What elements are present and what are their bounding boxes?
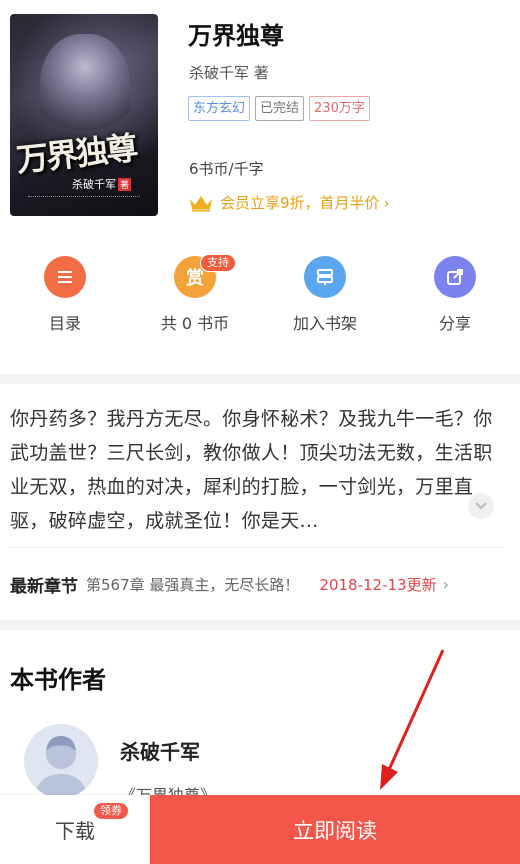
section-divider	[0, 374, 520, 384]
crown-icon	[190, 195, 212, 211]
tag-wordcount: 230万字	[309, 96, 370, 121]
book-author[interactable]: 杀破千军 著	[189, 62, 269, 83]
chevron-right-icon: ›	[383, 193, 390, 212]
book-title: 万界独尊	[188, 22, 284, 50]
list-icon	[44, 256, 86, 298]
read-now-button[interactable]: 立即阅读	[150, 795, 520, 864]
vip-offer-link[interactable]: 会员立享9折，首月半价 ›	[188, 192, 390, 213]
divider-line	[10, 547, 502, 548]
read-now-label: 立即阅读	[293, 818, 377, 843]
tag-status: 已完结	[255, 96, 305, 121]
download-label: 下载	[55, 819, 95, 843]
action-reward[interactable]: 赏 支持 共 0 书币	[130, 254, 260, 346]
chevron-down-icon	[475, 502, 487, 510]
latest-update-date: 2018-12-13更新	[319, 575, 437, 594]
action-add-shelf-label: 加入书架	[292, 314, 357, 333]
latest-chapter-title: 第567章 最强真主，无尽长路！	[86, 575, 300, 594]
user-icon	[34, 736, 88, 798]
cover-author-suffix: 著	[118, 178, 132, 191]
book-cover[interactable]: 万界独尊 杀破千军著	[10, 14, 158, 216]
support-badge: 支持	[200, 254, 236, 272]
book-price: 6书币/千字	[189, 160, 264, 178]
vip-offer-text: 会员立享9折，首月半价	[220, 194, 380, 212]
expand-button[interactable]	[468, 493, 494, 519]
latest-chapter-row[interactable]: 最新章节 第567章 最强真主，无尽长路！ 2018-12-13更新 ›	[10, 568, 510, 600]
action-add-shelf[interactable]: 加入书架	[260, 256, 390, 346]
download-button[interactable]: 下载 领券	[0, 795, 150, 864]
section-divider	[0, 620, 520, 630]
latest-chapter-label: 最新章节	[10, 576, 78, 597]
book-header: 万界独尊 杀破千军著 万界独尊 杀破千军 著 东方玄幻 已完结 230万字 6书…	[0, 0, 520, 236]
book-tags: 东方玄幻 已完结 230万字	[188, 96, 370, 121]
bottom-bar: 下载 领券 立即阅读	[0, 795, 520, 864]
action-toc-label: 目录	[48, 314, 81, 333]
action-share[interactable]: 分享	[390, 256, 520, 346]
chevron-right-icon: ›	[442, 574, 449, 594]
action-toc[interactable]: 目录	[0, 256, 130, 346]
action-reward-label: 共 0 书币	[160, 314, 230, 333]
action-share-label: 分享	[438, 314, 471, 333]
cover-line	[28, 196, 140, 199]
bookshelf-icon	[304, 256, 346, 298]
author-name[interactable]: 杀破千军	[120, 736, 200, 765]
author-avatar[interactable]	[24, 724, 98, 798]
tag-genre[interactable]: 东方玄幻	[188, 96, 251, 121]
book-description[interactable]: 你丹药多？我丹方无尽。你身怀秘术？及我九牛一毛？你武功盖世？三尺长剑，教你做人！…	[10, 402, 504, 538]
coupon-badge[interactable]: 领券	[94, 803, 128, 819]
cover-author: 杀破千军著	[72, 176, 132, 192]
share-icon	[434, 256, 476, 298]
cover-author-name: 杀破千军	[72, 178, 116, 191]
action-bar: 目录 赏 支持 共 0 书币 加入书架 分享	[0, 254, 520, 346]
author-section-heading: 本书作者	[10, 666, 106, 694]
